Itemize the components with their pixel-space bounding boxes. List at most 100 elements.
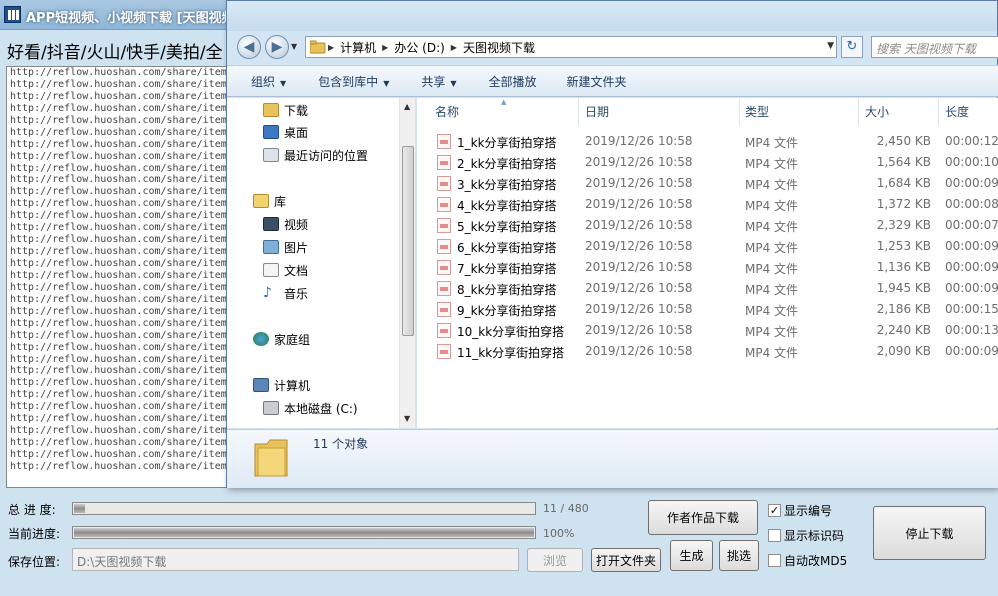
checkbox-auto-md5-box[interactable] [768, 554, 781, 567]
column-divider[interactable] [858, 98, 859, 126]
file-date: 2019/12/26 10:58 [585, 344, 693, 358]
nav-scrollbar[interactable]: ▲ ▼ [399, 98, 415, 428]
explorer-titlebar[interactable] [227, 1, 997, 31]
address-dropdown-icon[interactable]: ▼ [827, 41, 834, 51]
nav-item-downloads[interactable]: 下载 [263, 100, 308, 120]
drive-icon [263, 401, 279, 415]
checkbox-show-id-code-box[interactable] [768, 529, 781, 542]
app-title: APP短视频、小视频下载 [天图视频批 [26, 11, 248, 26]
generate-button[interactable]: 生成 [670, 540, 713, 571]
nav-item-videos[interactable]: 视频 [263, 214, 308, 234]
save-path-field[interactable]: D:\天图视频下载 [72, 548, 519, 571]
file-row[interactable]: 7_kk分享街拍穿搭 2019/12/26 10:58 MP4 文件 1,136 KB… [417, 257, 998, 278]
file-row[interactable]: 3_kk分享街拍穿搭 2019/12/26 10:58 MP4 文件 1,684 KB… [417, 173, 998, 194]
include-in-library-menu[interactable]: 包含到库中 ▼ [318, 73, 389, 90]
column-header-size[interactable]: 大小 [865, 103, 889, 120]
nav-scroll-thumb[interactable] [402, 146, 414, 336]
url-line: http://reflow.huoshan.com/share/item [10, 258, 227, 269]
column-divider[interactable] [739, 98, 740, 126]
nav-item-documents[interactable]: 文档 [263, 260, 308, 280]
url-line: http://reflow.huoshan.com/share/item [10, 78, 227, 90]
forward-arrow-icon[interactable]: ▶ [265, 35, 289, 59]
play-all-button[interactable]: 全部播放 [489, 73, 537, 90]
nav-music-label: 音乐 [284, 286, 309, 301]
file-row[interactable]: 8_kk分享街拍穿搭 2019/12/26 10:58 MP4 文件 1,945 KB… [417, 278, 998, 299]
file-row[interactable]: 9_kk分享街拍穿搭 2019/12/26 10:58 MP4 文件 2,186 KB… [417, 299, 998, 320]
column-header-type[interactable]: 类型 [745, 103, 769, 120]
nav-item-pictures[interactable]: 图片 [263, 237, 308, 257]
mp4-file-icon [437, 344, 451, 359]
file-row[interactable]: 11_kk分享街拍穿搭 2019/12/26 10:58 MP4 文件 2,090 K… [417, 341, 998, 362]
file-size: 1,253 KB [876, 239, 931, 253]
file-name: 4_kk分享街拍穿搭 [457, 199, 557, 213]
refresh-icon[interactable]: ↻ [841, 36, 863, 58]
nav-item-libraries[interactable]: 库 [253, 191, 286, 211]
address-bar[interactable]: ▶ 计算机 ▶ 办公 (D:) ▶ 天图视频下载 ▼ [305, 36, 837, 58]
share-menu[interactable]: 共享 ▼ [421, 73, 456, 90]
file-length: 00:00:15 [945, 302, 998, 316]
file-name: 8_kk分享街拍穿搭 [457, 283, 557, 297]
url-line: http://reflow.huoshan.com/share/item [10, 329, 227, 341]
file-length: 00:00:10 [945, 155, 998, 169]
nav-item-desktop[interactable]: 桌面 [263, 122, 308, 142]
file-row[interactable]: 4_kk分享街拍穿搭 2019/12/26 10:58 MP4 文件 1,372 KB… [417, 194, 998, 215]
open-folder-button[interactable]: 打开文件夹 [591, 548, 661, 572]
navigation-pane: 下载 桌面 最近访问的位置 库 视频 图片 文档 ♪ 音乐 家庭组 计算机 本地… [227, 98, 416, 428]
checkbox-show-number-box[interactable]: ✓ [768, 504, 781, 517]
author-works-download-button[interactable]: 作者作品下载 [648, 500, 758, 535]
file-length: 00:00:09 [945, 281, 998, 295]
current-progress-bar [72, 526, 536, 539]
explorer-window: ◀ ▶ ▼ ▶ 计算机 ▶ 办公 (D:) ▶ 天图视频下载 ▼ ↻ 搜索 天图… [226, 0, 998, 488]
scroll-up-icon[interactable]: ▲ [404, 102, 410, 111]
breadcrumb-drive-d[interactable]: 办公 (D:) [394, 39, 444, 56]
nav-item-computer[interactable]: 计算机 [253, 375, 310, 395]
mp4-file-icon [437, 302, 451, 317]
nav-item-music[interactable]: ♪ 音乐 [263, 283, 308, 303]
column-header-length[interactable]: 长度 [945, 103, 969, 120]
nav-item-recent[interactable]: 最近访问的位置 [263, 145, 368, 165]
column-divider[interactable] [938, 98, 939, 126]
show-id-code-checkbox[interactable]: 显示标识码 [768, 527, 844, 544]
file-row[interactable]: 5_kk分享街拍穿搭 2019/12/26 10:58 MP4 文件 2,329 KB… [417, 215, 998, 236]
pick-button[interactable]: 挑选 [719, 540, 759, 571]
show-number-checkbox[interactable]: ✓ 显示编号 [768, 502, 832, 519]
url-list-textarea[interactable]: http://reflow.huoshan.com/share/item http… [6, 66, 232, 488]
file-size: 1,945 KB [876, 281, 931, 295]
breadcrumb-computer[interactable]: 计算机 [340, 39, 376, 56]
history-dropdown-icon[interactable]: ▼ [291, 42, 297, 51]
nav-item-local-disk-c[interactable]: 本地磁盘 (C:) [263, 398, 358, 418]
file-length: 00:00:08 [945, 197, 998, 211]
browse-button[interactable]: 浏览 [527, 548, 583, 572]
nav-downloads-label: 下载 [284, 103, 309, 118]
file-type: MP4 文件 [745, 346, 799, 360]
url-line: http://reflow.huoshan.com/share/item [10, 162, 227, 174]
file-type: MP4 文件 [745, 199, 799, 213]
file-row[interactable]: 10_kk分享街拍穿搭 2019/12/26 10:58 MP4 文件 2,240 K… [417, 320, 998, 341]
new-folder-button[interactable]: 新建文件夹 [567, 73, 627, 90]
nav-pictures-label: 图片 [284, 240, 309, 255]
file-name: 2_kk分享街拍穿搭 [457, 157, 557, 171]
url-line: http://reflow.huoshan.com/share/item [10, 293, 227, 305]
breadcrumb-current-folder[interactable]: 天图视频下载 [463, 39, 535, 56]
search-input[interactable]: 搜索 天图视频下载 [871, 36, 998, 58]
column-header-date[interactable]: 日期 [585, 103, 609, 120]
file-row[interactable]: 2_kk分享街拍穿搭 2019/12/26 10:58 MP4 文件 1,564 KB… [417, 152, 998, 173]
file-row[interactable]: 1_kk分享街拍穿搭 2019/12/26 10:58 MP4 文件 2,450 KB… [417, 131, 998, 152]
nav-item-homegroup[interactable]: 家庭组 [253, 329, 310, 349]
organize-menu[interactable]: 组织 ▼ [251, 73, 286, 90]
scroll-down-icon[interactable]: ▼ [404, 414, 410, 423]
command-toolbar: 组织 ▼ 包含到库中 ▼ 共享 ▼ 全部播放 新建文件夹 [227, 65, 998, 97]
stop-download-button[interactable]: 停止下载 [873, 506, 986, 560]
downloads-folder-icon [263, 103, 279, 117]
file-type: MP4 文件 [745, 262, 799, 276]
back-arrow-icon[interactable]: ◀ [237, 35, 261, 59]
total-progress-text: 11 / 480 [543, 502, 589, 515]
auto-md5-checkbox[interactable]: 自动改MD5 [768, 552, 847, 569]
file-name: 5_kk分享街拍穿搭 [457, 220, 557, 234]
column-divider[interactable] [578, 98, 579, 126]
column-header-name[interactable]: 名称 [435, 103, 459, 120]
url-line: http://reflow.huoshan.com/share/item [10, 425, 227, 437]
file-date: 2019/12/26 10:58 [585, 134, 693, 148]
file-row[interactable]: 6_kk分享街拍穿搭 2019/12/26 10:58 MP4 文件 1,253 KB… [417, 236, 998, 257]
current-progress-label: 当前进度: [8, 527, 61, 541]
